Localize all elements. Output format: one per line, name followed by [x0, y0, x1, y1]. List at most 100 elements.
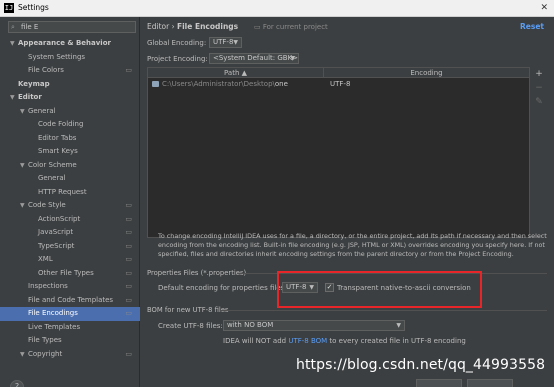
project-scope-label: For current project: [262, 23, 328, 31]
bom-create-label: Create UTF-8 files:: [158, 322, 223, 330]
expand-arrow-icon[interactable]: ▼: [20, 159, 28, 173]
tree-item-color-scheme[interactable]: ▼ Color Scheme: [0, 159, 140, 173]
tree-item-javascript[interactable]: JavaScript ▭: [0, 226, 140, 240]
tree-item-label: System Settings: [28, 52, 86, 61]
tree-item-file-colors[interactable]: File Colors ▭: [0, 64, 140, 78]
table-row[interactable]: C:\Users\Administrator\Desktop\one UTF-8: [148, 79, 529, 89]
tree-item-label: Appearance & Behavior: [18, 39, 111, 47]
tree-item-inspections[interactable]: Inspections ▭: [0, 280, 140, 294]
tree-item-label: General: [38, 174, 66, 182]
breadcrumb-parent: Editor: [147, 22, 170, 31]
expand-arrow-icon[interactable]: ▼: [20, 199, 28, 213]
page-title: File Encodings: [176, 22, 239, 31]
settings-sidebar: ⌕ file E ▼ Appearance & Behavior System Se…: [0, 17, 140, 387]
settings-search-input[interactable]: ⌕ file E: [8, 21, 136, 33]
tree-item-file-encodings[interactable]: File Encodings ▭: [0, 307, 140, 321]
edit-icon[interactable]: ✎: [532, 95, 546, 109]
column-header-encoding[interactable]: Encoding: [324, 68, 529, 78]
remove-icon[interactable]: −: [532, 81, 546, 95]
search-value: file E: [21, 23, 39, 31]
bom-value: with NO BOM: [227, 321, 274, 329]
ok-button[interactable]: [416, 379, 462, 387]
annotation-highlight-box: [277, 271, 482, 308]
settings-content: Editor › File Encodings ▭ For current pr…: [141, 17, 554, 387]
add-icon[interactable]: +: [532, 67, 546, 81]
tree-item-copyright[interactable]: ▼ Copyright ▭: [0, 348, 140, 362]
project-scope-icon: ▭: [125, 268, 132, 277]
tree-item-appearance-behavior[interactable]: ▼ Appearance & Behavior: [0, 37, 140, 51]
project-scope-icon: ▭: [125, 214, 132, 223]
tree-item-label: File and Code Templates: [28, 295, 114, 304]
project-scope-note: ▭ For current project: [254, 23, 328, 31]
global-encoding-select[interactable]: UTF-8 ▼: [209, 37, 242, 48]
tree-item-general[interactable]: ▼ General: [0, 105, 140, 119]
tree-item-system-settings[interactable]: System Settings: [0, 51, 140, 65]
global-encoding-value: UTF-8: [213, 38, 234, 46]
tree-item-xml[interactable]: XML ▭: [0, 253, 140, 267]
tree-item-editor[interactable]: ▼ Editor: [0, 91, 140, 105]
tree-item-code-folding[interactable]: Code Folding: [0, 118, 140, 132]
project-scope-icon: ▭: [125, 309, 132, 317]
tree-item-keymap[interactable]: Keymap: [0, 78, 140, 92]
expand-arrow-icon[interactable]: ▼: [20, 348, 28, 362]
project-scope-icon: ▭: [125, 349, 132, 358]
path-prefix: C:\Users\Administrator\Desktop\: [162, 80, 275, 88]
settings-tree: ▼ Appearance & Behavior System Settings Fil…: [0, 37, 140, 361]
tree-item-label: File Types: [28, 336, 62, 344]
tree-item-http-request[interactable]: HTTP Request: [0, 186, 140, 200]
expand-arrow-icon[interactable]: ▼: [10, 91, 18, 105]
tree-item-label: Inspections: [28, 282, 68, 290]
tree-item-label: Code Style: [28, 201, 66, 209]
tree-item-file-and-code-templates[interactable]: File and Code Templates ▭: [0, 294, 140, 308]
tree-item-label: Copyright: [28, 349, 63, 358]
reset-link[interactable]: Reset: [520, 22, 544, 31]
project-scope-icon: ▭: [125, 295, 132, 304]
tree-item-label: Editor: [18, 93, 42, 101]
table-toolbar: + − ✎: [532, 67, 546, 109]
expand-arrow-icon[interactable]: ▼: [20, 105, 28, 119]
project-encoding-value: <System Default: GBK>: [213, 54, 299, 62]
tree-item-typescript[interactable]: TypeScript ▭: [0, 240, 140, 254]
expand-arrow-icon[interactable]: ▼: [10, 37, 18, 51]
tree-item-actionscript[interactable]: ActionScript ▭: [0, 213, 140, 227]
utf8-bom-link[interactable]: UTF-8 BOM: [288, 337, 327, 345]
project-scope-icon: ▭: [125, 241, 132, 250]
tree-item-smart-keys[interactable]: Smart Keys: [0, 145, 140, 159]
tree-item-label: JavaScript: [38, 228, 74, 236]
chevron-down-icon: ▼: [396, 322, 401, 329]
encoding-cell[interactable]: UTF-8: [330, 79, 350, 89]
properties-section-title: Properties Files (*.properties): [147, 269, 247, 277]
tree-item-file-types[interactable]: File Types: [0, 334, 140, 348]
tree-item-editor-tabs[interactable]: Editor Tabs: [0, 132, 140, 146]
table-header: Path ▲ Encoding: [148, 68, 529, 78]
project-scope-icon: ▭: [254, 23, 261, 31]
tree-item-label: File Colors: [28, 66, 64, 74]
tree-item-general[interactable]: General: [0, 172, 140, 186]
watermark-text: https://blog.csdn.net/qq_44993558: [296, 357, 546, 373]
tree-item-label: File Encodings: [28, 309, 78, 317]
project-encoding-select[interactable]: <System Default: GBK> ▼: [209, 53, 299, 64]
app-icon: IJ: [4, 3, 14, 13]
project-scope-icon: ▭: [125, 201, 132, 209]
folder-icon: [152, 81, 159, 87]
tree-item-code-style[interactable]: ▼ Code Style ▭: [0, 199, 140, 213]
bom-select[interactable]: with NO BOM ▼: [223, 320, 405, 331]
path-name: one: [274, 80, 288, 88]
tree-item-label: Live Templates: [28, 322, 81, 331]
tree-item-label: Editor Tabs: [38, 133, 77, 142]
bom-note-suffix: to every created file in UTF-8 encoding: [327, 337, 466, 345]
path-cell: C:\Users\Administrator\Desktop\one: [162, 79, 288, 89]
tree-item-label: Keymap: [18, 79, 50, 88]
chevron-down-icon: ▼: [290, 55, 295, 62]
tree-item-label: ActionScript: [38, 214, 81, 223]
project-encoding-label: Project Encoding:: [147, 55, 208, 63]
tree-item-live-templates[interactable]: Live Templates: [0, 321, 140, 335]
tree-item-label: XML: [38, 255, 53, 263]
help-button[interactable]: ?: [10, 380, 24, 387]
tree-item-other-file-types[interactable]: Other File Types ▭: [0, 267, 140, 281]
search-icon: ⌕: [11, 23, 15, 31]
project-scope-icon: ▭: [125, 282, 132, 290]
close-icon[interactable]: ✕: [540, 2, 548, 14]
cancel-button[interactable]: [467, 379, 513, 387]
column-header-path[interactable]: Path ▲: [148, 68, 324, 78]
